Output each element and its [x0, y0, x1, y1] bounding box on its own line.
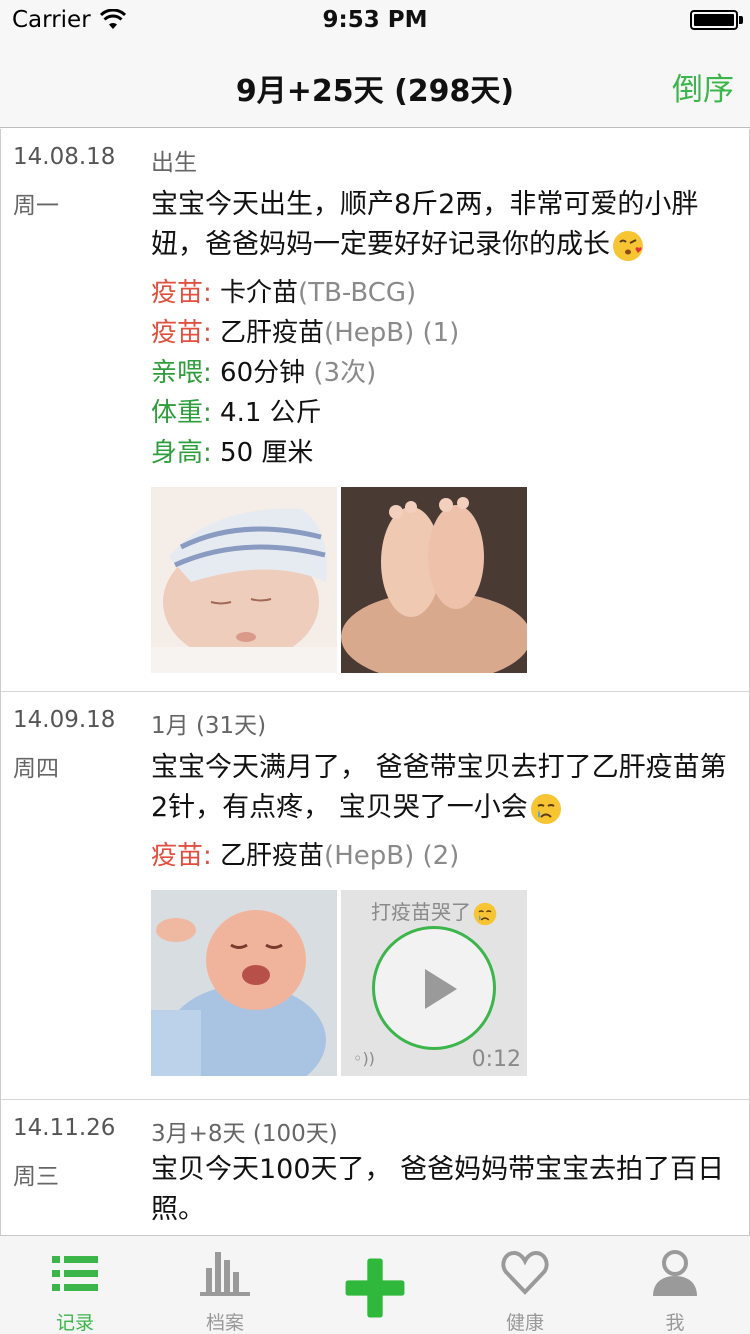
- play-icon: [425, 969, 457, 1009]
- tab-label: 记录: [55, 1312, 94, 1334]
- record-height: 身高: 50 厘米: [151, 433, 733, 473]
- photo-grid: [151, 487, 733, 673]
- entry-weekday: 周三: [13, 1164, 59, 1190]
- entry-age: 1月 (31天): [151, 713, 267, 739]
- entry-age: 出生: [151, 150, 197, 176]
- entry-date: 14.09.18: [13, 707, 116, 733]
- record-extra: (3次): [313, 358, 377, 388]
- record-label: 疫苗:: [151, 318, 212, 348]
- navigation-bar: 9月+25天 (298天) 倒序: [0, 40, 750, 128]
- entry-weekday: 周四: [13, 756, 59, 782]
- reverse-order-button[interactable]: 倒序: [672, 64, 734, 109]
- records-list: 疫苗: 乙肝疫苗(HepB) (2): [151, 836, 733, 876]
- entry-date: 14.08.18: [13, 144, 116, 170]
- plus-icon: [345, 1258, 405, 1318]
- battery-tip: [739, 16, 743, 24]
- status-bar: Carrier 9:53 PM: [0, 0, 750, 40]
- tab-label: 我: [665, 1312, 685, 1334]
- tab-archive[interactable]: 档案: [150, 1236, 300, 1334]
- record-value: 60分钟: [220, 358, 306, 388]
- record-vaccine: 疫苗: 乙肝疫苗(HepB) (2): [151, 836, 733, 876]
- tab-records[interactable]: 记录: [0, 1236, 150, 1334]
- record-value: 4.1 公斤: [220, 398, 322, 428]
- record-vaccine: 疫苗: 乙肝疫苗(HepB) (1): [151, 313, 733, 353]
- record-weight: 体重: 4.1 公斤: [151, 393, 733, 433]
- heart-icon: [501, 1250, 549, 1295]
- page-title: 9月+25天 (298天): [235, 74, 515, 109]
- audio-clip[interactable]: 打疫苗哭了 ◦)) 0:12: [341, 890, 527, 1076]
- play-button[interactable]: [372, 926, 496, 1050]
- record-vaccine: 疫苗: 卡介苗(TB-BCG): [151, 273, 733, 313]
- audio-title: 打疫苗哭了: [341, 896, 527, 926]
- tab-me[interactable]: 我: [600, 1236, 750, 1334]
- record-value: 乙肝疫苗: [220, 318, 325, 348]
- timeline-feed[interactable]: 14.08.18 周一 出生 宝宝今天出生，顺产8斤2两，非常可爱的小胖妞，爸爸…: [0, 129, 750, 1235]
- tab-label: 健康: [505, 1312, 544, 1334]
- entry-date: 14.11.26: [13, 1115, 116, 1141]
- record-label: 亲喂:: [151, 358, 212, 388]
- record-extra: (HepB) (1): [324, 318, 460, 348]
- records-list: 疫苗: 卡介苗(TB-BCG) 疫苗: 乙肝疫苗(HepB) (1) 亲喂: 6…: [151, 273, 733, 473]
- record-label: 体重:: [151, 398, 212, 428]
- clock: 9:53 PM: [322, 7, 428, 33]
- kissing-face-emoji-icon: [613, 230, 643, 261]
- record-extra: (TB-BCG): [298, 278, 417, 308]
- sleeping-newborn-photo[interactable]: [151, 487, 337, 673]
- audio-title-text: 打疫苗哭了: [371, 900, 471, 924]
- baby-feet-in-hands-photo[interactable]: [341, 487, 527, 673]
- crying-baby-photo[interactable]: [151, 890, 337, 1076]
- tab-bar: 记录 档案 健康 我: [0, 1235, 750, 1334]
- entry-weekday: 周一: [13, 193, 59, 219]
- record-value: 卡介苗: [220, 278, 299, 308]
- record-value: 50 厘米: [220, 438, 314, 468]
- profile-icon: [653, 1250, 697, 1296]
- timeline-entry[interactable]: 14.09.18 周四 1月 (31天) 宝宝今天满月了， 爸爸带宝贝去打了乙肝…: [1, 692, 749, 1100]
- entry-text: 宝贝今天100天了， 爸爸妈妈带宝宝去拍了百日照。: [151, 1154, 725, 1225]
- entry-age: 3月+8天 (100天): [151, 1121, 338, 1147]
- entry-text: 宝宝今天满月了， 爸爸带宝贝去打了乙肝疫苗第2针，有点疼， 宝贝哭了一小会: [151, 748, 733, 828]
- timeline-entry[interactable]: 14.08.18 周一 出生 宝宝今天出生，顺产8斤2两，非常可爱的小胖妞，爸爸…: [1, 129, 749, 692]
- record-value: 乙肝疫苗: [220, 841, 325, 871]
- crying-face-emoji-icon: [473, 902, 497, 925]
- tab-label: 档案: [205, 1312, 244, 1334]
- crying-face-emoji-icon: [530, 793, 561, 824]
- chart-bars-icon: [200, 1252, 250, 1296]
- list-icon: [52, 1256, 98, 1291]
- tab-health[interactable]: 健康: [450, 1236, 600, 1334]
- record-label: 疫苗:: [151, 841, 212, 871]
- sound-wave-icon: ◦)): [353, 1049, 375, 1068]
- timeline-entry[interactable]: 14.11.26 周三 3月+8天 (100天) 宝贝今天100天了， 爸爸妈妈…: [1, 1100, 749, 1235]
- record-feeding: 亲喂: 60分钟 (3次): [151, 353, 733, 393]
- audio-duration: 0:12: [471, 1047, 521, 1072]
- photo-grid: 打疫苗哭了 ◦)) 0:12: [151, 890, 733, 1076]
- record-extra: (HepB) (2): [324, 841, 460, 871]
- record-label: 身高:: [151, 438, 212, 468]
- entry-text-content: 宝宝今天满月了， 爸爸带宝贝去打了乙肝疫苗第2针，有点疼， 宝贝哭了一小会: [151, 752, 727, 823]
- battery-icon: [690, 10, 738, 30]
- tab-add[interactable]: [300, 1236, 450, 1334]
- entry-text: 宝宝今天出生，顺产8斤2两，非常可爱的小胖妞，爸爸妈妈一定要好好记录你的成长: [151, 185, 733, 265]
- record-label: 疫苗:: [151, 278, 212, 308]
